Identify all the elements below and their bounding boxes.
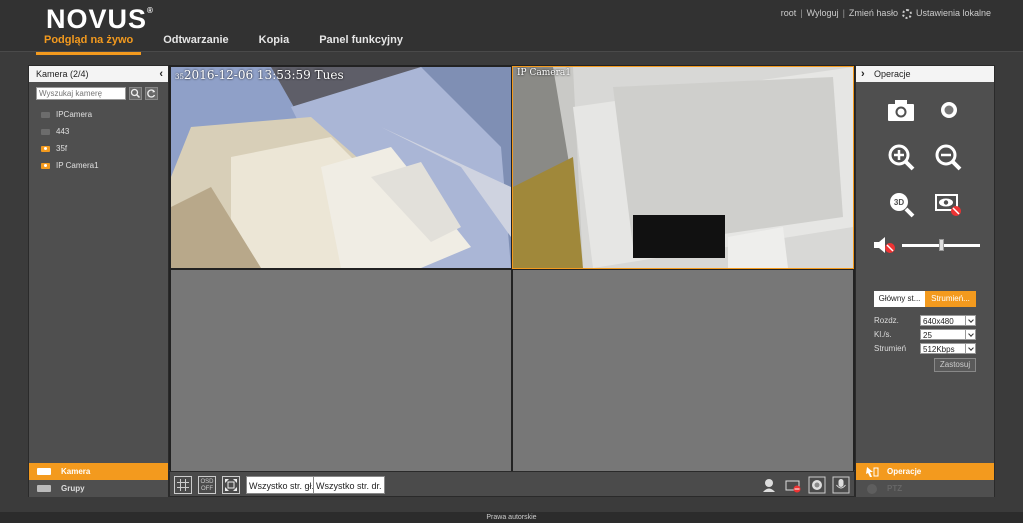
osd-toggle-button[interactable]: OSD OFF [198,476,216,494]
bitrate-label: Strumień [874,344,907,353]
fps-select[interactable]: 25 [920,329,976,340]
camera-search [36,87,158,100]
camera-list: IPCamera 443 35f IP Camera1 [41,106,99,174]
volume-slider-thumb[interactable] [938,239,944,251]
separator: | [842,8,845,18]
ptz-icon [867,484,877,494]
panel-tab-operations[interactable]: Operacje [856,463,994,480]
operations-panel-title: Operacje [874,69,911,79]
header: NOVUS® Podgląd na żywo Odtwarzanie Kopia… [0,0,1023,55]
local-settings-link[interactable]: Ustawienia lokalne [916,8,991,18]
collapse-right-icon[interactable]: › [861,66,865,82]
all-sub-stream-button[interactable]: Wszystko str. dr. [313,476,385,494]
video-cell-4[interactable] [512,269,854,472]
video-toolbar: OSD OFF Wszystko str. gł. Wszystko str. … [169,471,855,497]
video-cell-1[interactable]: 352016-12-06 13:53:59 Tues [170,66,512,269]
bitrate-select[interactable]: 512Kbps [920,343,976,354]
list-item[interactable]: 443 [41,123,99,140]
alarm-output-button[interactable] [760,476,778,494]
chevron-down-icon [968,317,974,323]
novus-logo: NOVUS® [46,4,154,34]
tab-main-stream[interactable]: Główny st... [874,291,925,307]
camera-feed-image [171,67,511,268]
osd-timestamp: 352016-12-06 13:53:59 Tues [175,68,344,82]
search-icon [130,88,141,99]
video-camera-icon [37,468,51,475]
camera-offline-icon [41,111,50,118]
list-item[interactable]: IPCamera [41,106,99,123]
operations-panel-header: › Operacje [856,66,994,82]
snapshot-all-button[interactable] [784,476,802,494]
user-links: root | Wyloguj | Zmień hasło Ustawienia … [780,8,991,19]
tab-live-view[interactable]: Podgląd na żywo [36,34,142,55]
tab-playback[interactable]: Odtwarzanie [155,34,236,55]
list-item[interactable]: IP Camera1 [41,157,99,174]
operations-icon [866,467,879,477]
resolution-select[interactable]: 640x480 [920,315,976,326]
grid-layout-icon [177,479,189,491]
chevron-down-icon [968,345,974,351]
record-icon [808,476,826,494]
zoom-in-icon[interactable] [887,143,915,171]
bitrate-row: Strumień 512Kbps [874,343,976,354]
username: root [780,8,797,18]
camera-online-icon [41,145,50,152]
chevron-down-icon [968,331,974,337]
camera-search-input[interactable] [36,87,126,100]
fps-label: Kl./s. [874,330,892,339]
video-cell-2[interactable]: IP Camera1 [512,66,854,269]
footer-copyright: Prawa autorskie [0,512,1023,523]
microphone-button[interactable] [832,476,850,494]
refresh-icon [147,89,156,98]
list-item[interactable]: 35f [41,140,99,157]
tab-backup[interactable]: Kopia [251,34,298,55]
video-grid: 352016-12-06 13:53:59 Tues IP Camera1 [169,65,855,472]
resolution-label: Rozdz. [874,316,899,325]
sidebar-tab-camera[interactable]: Kamera [29,463,168,480]
gear-icon[interactable] [901,9,912,19]
change-password-link[interactable]: Zmień hasło [849,8,898,18]
microphone-icon [832,476,850,494]
layout-button[interactable] [174,476,192,494]
refresh-button[interactable] [145,87,158,100]
logout-link[interactable]: Wyloguj [807,8,839,18]
group-icon [37,485,51,492]
person-alarm-icon [763,479,775,492]
fullscreen-button[interactable] [222,476,240,494]
svg-text:3D: 3D [894,198,904,207]
video-cell-3[interactable] [170,269,512,472]
camera-panel-title: Kamera (2/4) [36,69,89,79]
record-all-button[interactable] [808,476,826,494]
camera-feed-image [513,67,853,268]
stream-tabs: Główny st... Strumień... [874,291,976,307]
sidebar-tab-groups[interactable]: Grupy [29,480,168,497]
camera-sidebar: Kamera (2/4) ‹ IPCamera 443 35f IP Camer… [28,65,169,497]
tab-function-panel[interactable]: Panel funkcyjny [311,34,411,55]
snapshot-camera-icon[interactable] [887,98,915,122]
speaker-muted-icon[interactable] [873,236,897,254]
collapse-left-icon[interactable]: ‹ [159,66,163,82]
camera-panel-header: Kamera (2/4) ‹ [29,66,168,82]
osd-camera-name: IP Camera1 [517,68,571,78]
camera-offline-icon [41,128,50,135]
operations-panel: › Operacje 3D Główny st... Strumień... R… [855,65,995,497]
privacy-mask-disabled-icon[interactable] [935,193,963,219]
apply-button[interactable]: Zastosuj [934,358,976,372]
camera-disabled-icon [785,480,801,493]
camera-online-icon [41,162,50,169]
search-button[interactable] [129,87,142,100]
fps-row: Kl./s. 25 [874,329,976,340]
resolution-row: Rozdz. 640x480 [874,315,976,326]
zoom-out-icon[interactable] [934,143,962,171]
tab-sub-stream[interactable]: Strumień... [925,291,976,307]
separator: | [800,8,803,18]
panel-tab-ptz[interactable]: PTZ [856,480,994,497]
all-main-stream-button[interactable]: Wszystko str. gł. [246,476,318,494]
record-icon[interactable] [940,101,958,119]
fullscreen-icon [225,479,237,491]
main-nav: Podgląd na żywo Odtwarzanie Kopia Panel … [36,34,425,55]
3d-zoom-icon[interactable]: 3D [887,190,915,218]
